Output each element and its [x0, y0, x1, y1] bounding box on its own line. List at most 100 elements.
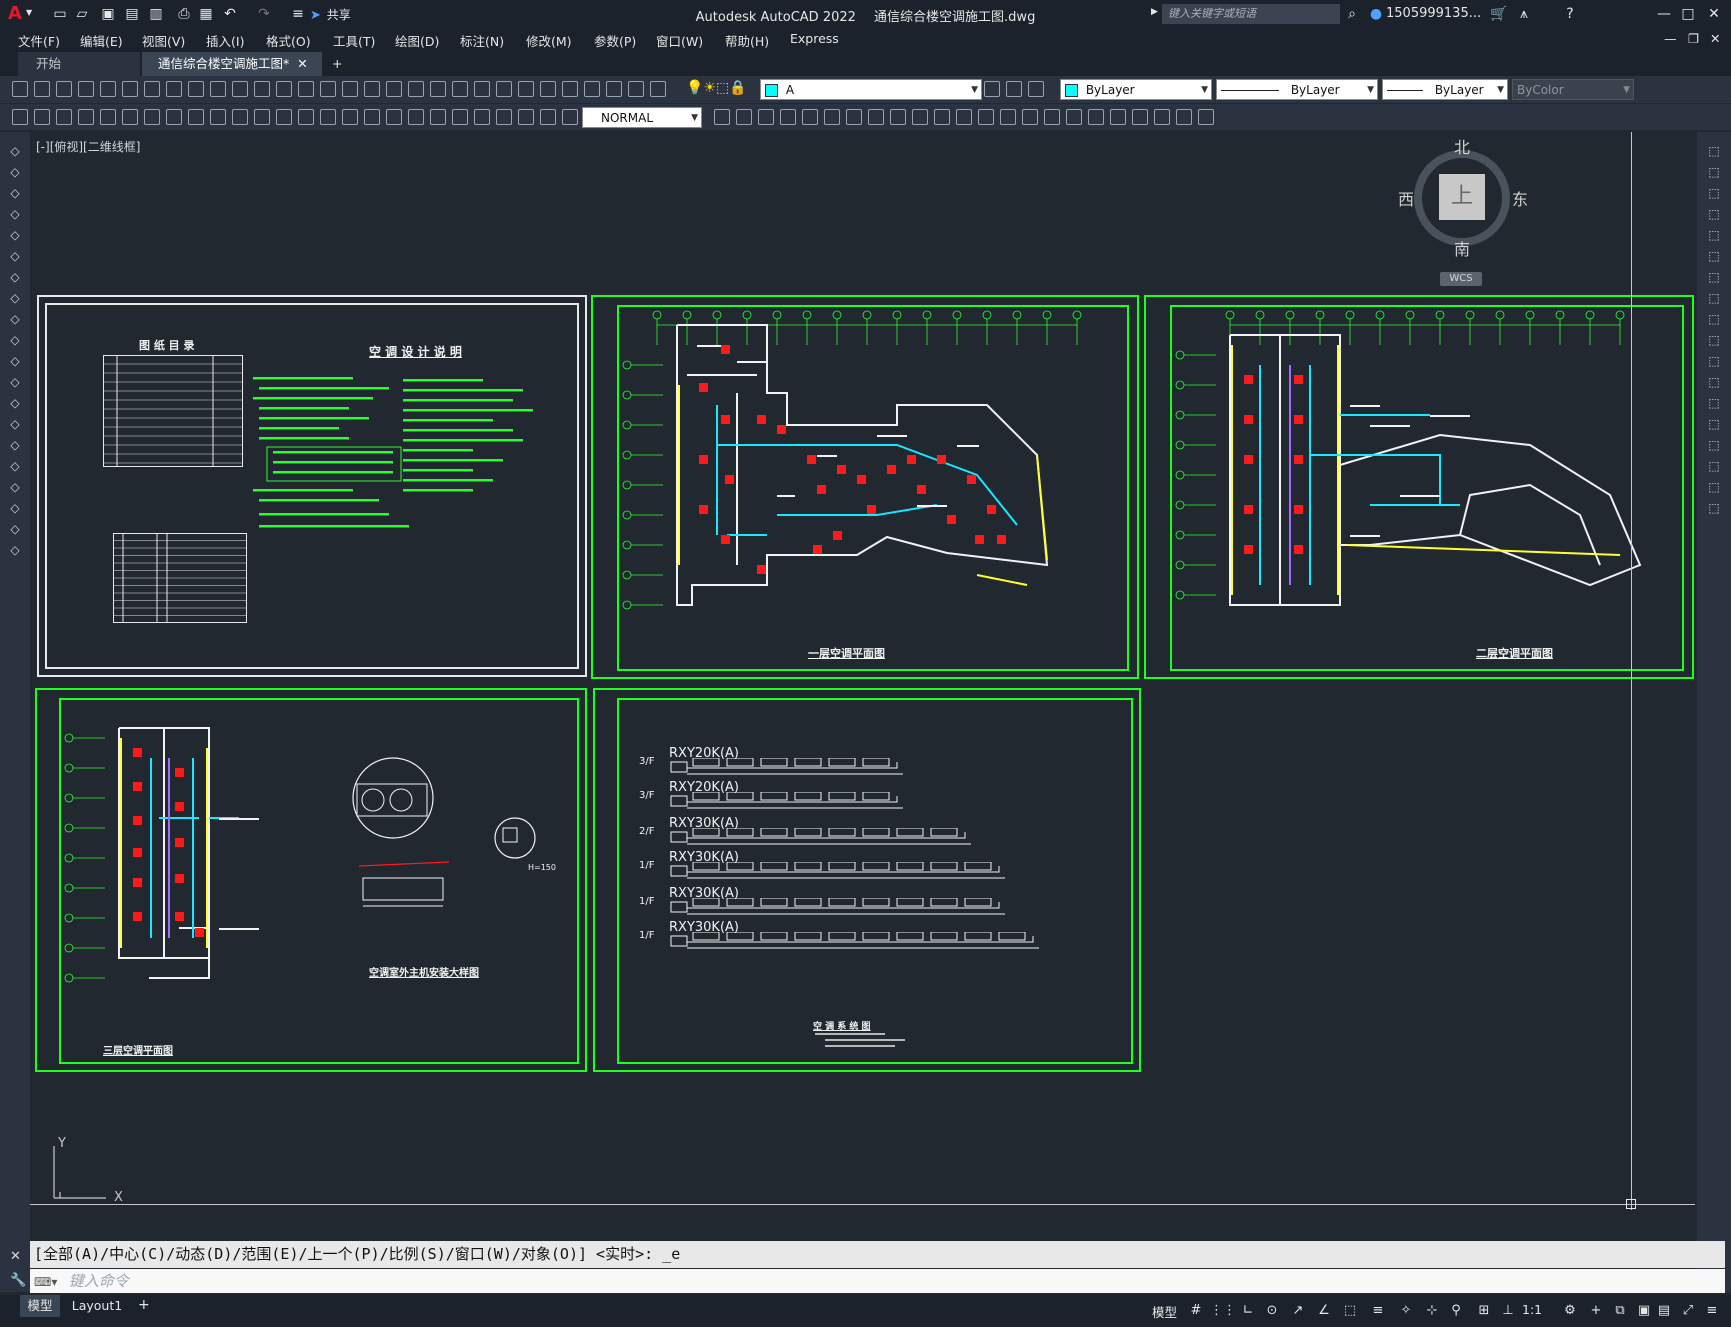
modify-tool-icon[interactable]: ⬚	[1707, 249, 1721, 263]
sheet-second-floor[interactable]: 二层空调平面图	[1144, 295, 1694, 679]
sheet-third-floor[interactable]: 三层空调平面图 空调室外主机安装大样图 H=150	[35, 688, 587, 1072]
dimension-tool-icon[interactable]	[166, 109, 182, 125]
status-toggle-icon[interactable]: ⚙	[1562, 1303, 1578, 1319]
user-icon[interactable]: ●	[1368, 6, 1384, 22]
sheet-index-notes[interactable]: 图 纸 目 录 空 调 设 计 说 明	[37, 295, 587, 677]
dimension-tool-icon[interactable]	[912, 109, 928, 125]
tab-start[interactable]: 开始	[18, 52, 140, 76]
standard-tool-icon[interactable]	[540, 81, 556, 97]
menu-tools[interactable]: 工具(T)	[333, 31, 375, 50]
draw-tool-icon[interactable]: ◇	[8, 144, 22, 158]
viewcube-south[interactable]: 南	[1454, 236, 1470, 260]
draw-tool-icon[interactable]: ◇	[8, 522, 22, 536]
standard-tool-icon[interactable]	[1028, 81, 1044, 97]
draw-tool-icon[interactable]: ◇	[8, 459, 22, 473]
dimension-tool-icon[interactable]	[232, 109, 248, 125]
viewcube-top-face[interactable]: 上	[1439, 174, 1485, 220]
draw-tool-icon[interactable]: ◇	[8, 291, 22, 305]
dimension-tool-icon[interactable]	[846, 109, 862, 125]
standard-tool-icon[interactable]	[298, 81, 314, 97]
menu-draw[interactable]: 绘图(D)	[395, 31, 439, 50]
minimize-icon[interactable]: —	[1656, 6, 1672, 22]
modify-tool-icon[interactable]: ⬚	[1707, 438, 1721, 452]
menu-view[interactable]: 视图(V)	[142, 31, 185, 50]
dimension-tool-icon[interactable]	[12, 109, 28, 125]
add-layout-button[interactable]: +	[138, 1297, 150, 1313]
dimension-tool-icon[interactable]	[890, 109, 906, 125]
status-toggle-icon[interactable]: ↗	[1290, 1303, 1306, 1319]
status-toggle-icon[interactable]: #	[1188, 1303, 1204, 1319]
menu-window[interactable]: 窗口(W)	[656, 31, 703, 50]
standard-tool-icon[interactable]	[474, 81, 490, 97]
command-prompt-icon[interactable]: ⌨▾	[34, 1270, 57, 1294]
standard-tool-icon[interactable]	[100, 81, 116, 97]
status-toggle-icon[interactable]: ≡	[1370, 1303, 1386, 1319]
draw-tool-icon[interactable]: ◇	[8, 438, 22, 452]
draw-tool-icon[interactable]: ◇	[8, 417, 22, 431]
status-toggle-icon[interactable]: +	[1588, 1303, 1604, 1319]
standard-tool-icon[interactable]	[562, 81, 578, 97]
modify-tool-icon[interactable]: ⬚	[1707, 228, 1721, 242]
menu-insert[interactable]: 插入(I)	[206, 31, 244, 50]
status-toggle-icon[interactable]: ⊥	[1500, 1303, 1516, 1319]
tab-close-icon[interactable]: ✕	[297, 56, 307, 71]
modify-tool-icon[interactable]: ⬚	[1707, 312, 1721, 326]
dimension-tool-icon[interactable]	[122, 109, 138, 125]
layout-tab-model[interactable]: 模型	[20, 1295, 60, 1317]
viewcube-north[interactable]: 北	[1454, 134, 1470, 158]
standard-tool-icon[interactable]	[144, 81, 160, 97]
draw-tool-icon[interactable]: ◇	[8, 396, 22, 410]
dimension-tool-icon[interactable]	[1000, 109, 1016, 125]
draw-tool-icon[interactable]: ◇	[8, 375, 22, 389]
menu-help[interactable]: 帮助(H)	[725, 31, 769, 50]
viewcube-east[interactable]: 东	[1512, 186, 1528, 210]
modify-tool-icon[interactable]: ⬚	[1707, 354, 1721, 368]
dimension-tool-icon[interactable]	[1198, 109, 1214, 125]
status-toggle-icon[interactable]: ⊞	[1476, 1303, 1492, 1319]
draw-tool-icon[interactable]: ◇	[8, 165, 22, 179]
doc-close-icon[interactable]: ✕	[1710, 31, 1720, 46]
color-dropdown[interactable]: ByLayer ▼	[1060, 79, 1212, 100]
dimension-tool-icon[interactable]	[540, 109, 556, 125]
standard-tool-icon[interactable]	[584, 81, 600, 97]
plotstyle-dropdown[interactable]: ByColor ▼	[1512, 79, 1634, 100]
modify-tool-icon[interactable]: ⬚	[1707, 207, 1721, 221]
status-toggle-icon[interactable]: ▣	[1636, 1303, 1652, 1319]
standard-tool-icon[interactable]	[628, 81, 644, 97]
doc-minimize-icon[interactable]: —	[1664, 31, 1677, 46]
draw-tool-icon[interactable]: ◇	[8, 543, 22, 557]
standard-tool-icon[interactable]	[430, 81, 446, 97]
modify-tool-icon[interactable]: ⬚	[1707, 501, 1721, 515]
draw-tool-icon[interactable]: ◇	[8, 186, 22, 200]
dimension-tool-icon[interactable]	[452, 109, 468, 125]
dimension-tool-icon[interactable]	[320, 109, 336, 125]
tab-drawing[interactable]: 通信综合楼空调施工图* ✕	[142, 52, 322, 76]
new-tab-button[interactable]: +	[322, 52, 346, 76]
drawing-canvas[interactable]: [-][俯视][二维线框] 图 纸 目 录 空 调 设 计 说 明 一层空调平面…	[30, 132, 1695, 1239]
dimension-tool-icon[interactable]	[1132, 109, 1148, 125]
modify-tool-icon[interactable]: ⬚	[1707, 270, 1721, 284]
standard-tool-icon[interactable]	[56, 81, 72, 97]
dimension-tool-icon[interactable]	[1066, 109, 1082, 125]
dimension-tool-icon[interactable]	[978, 109, 994, 125]
draw-tool-icon[interactable]: ◇	[8, 354, 22, 368]
close-icon[interactable]: ✕	[1706, 6, 1722, 22]
standard-tool-icon[interactable]	[364, 81, 380, 97]
status-toggle-icon[interactable]: ⬚	[1342, 1303, 1358, 1319]
modify-tool-icon[interactable]: ⬚	[1707, 165, 1721, 179]
dimension-tool-icon[interactable]	[430, 109, 446, 125]
model-space-button[interactable]: 模型	[1152, 1302, 1177, 1321]
dimension-tool-icon[interactable]	[386, 109, 402, 125]
standard-tool-icon[interactable]	[320, 81, 336, 97]
draw-tool-icon[interactable]: ◇	[8, 228, 22, 242]
dimension-tool-icon[interactable]	[78, 109, 94, 125]
dimension-tool-icon[interactable]	[562, 109, 578, 125]
dimension-tool-icon[interactable]	[254, 109, 270, 125]
standard-tool-icon[interactable]	[12, 81, 28, 97]
modify-tool-icon[interactable]: ⬚	[1707, 333, 1721, 347]
status-toggle-icon[interactable]: ⧉	[1612, 1303, 1628, 1319]
wrench-icon[interactable]: 🔧	[10, 1273, 26, 1288]
modify-tool-icon[interactable]: ⬚	[1707, 375, 1721, 389]
standard-tool-icon[interactable]	[1006, 81, 1022, 97]
dimension-tool-icon[interactable]	[956, 109, 972, 125]
